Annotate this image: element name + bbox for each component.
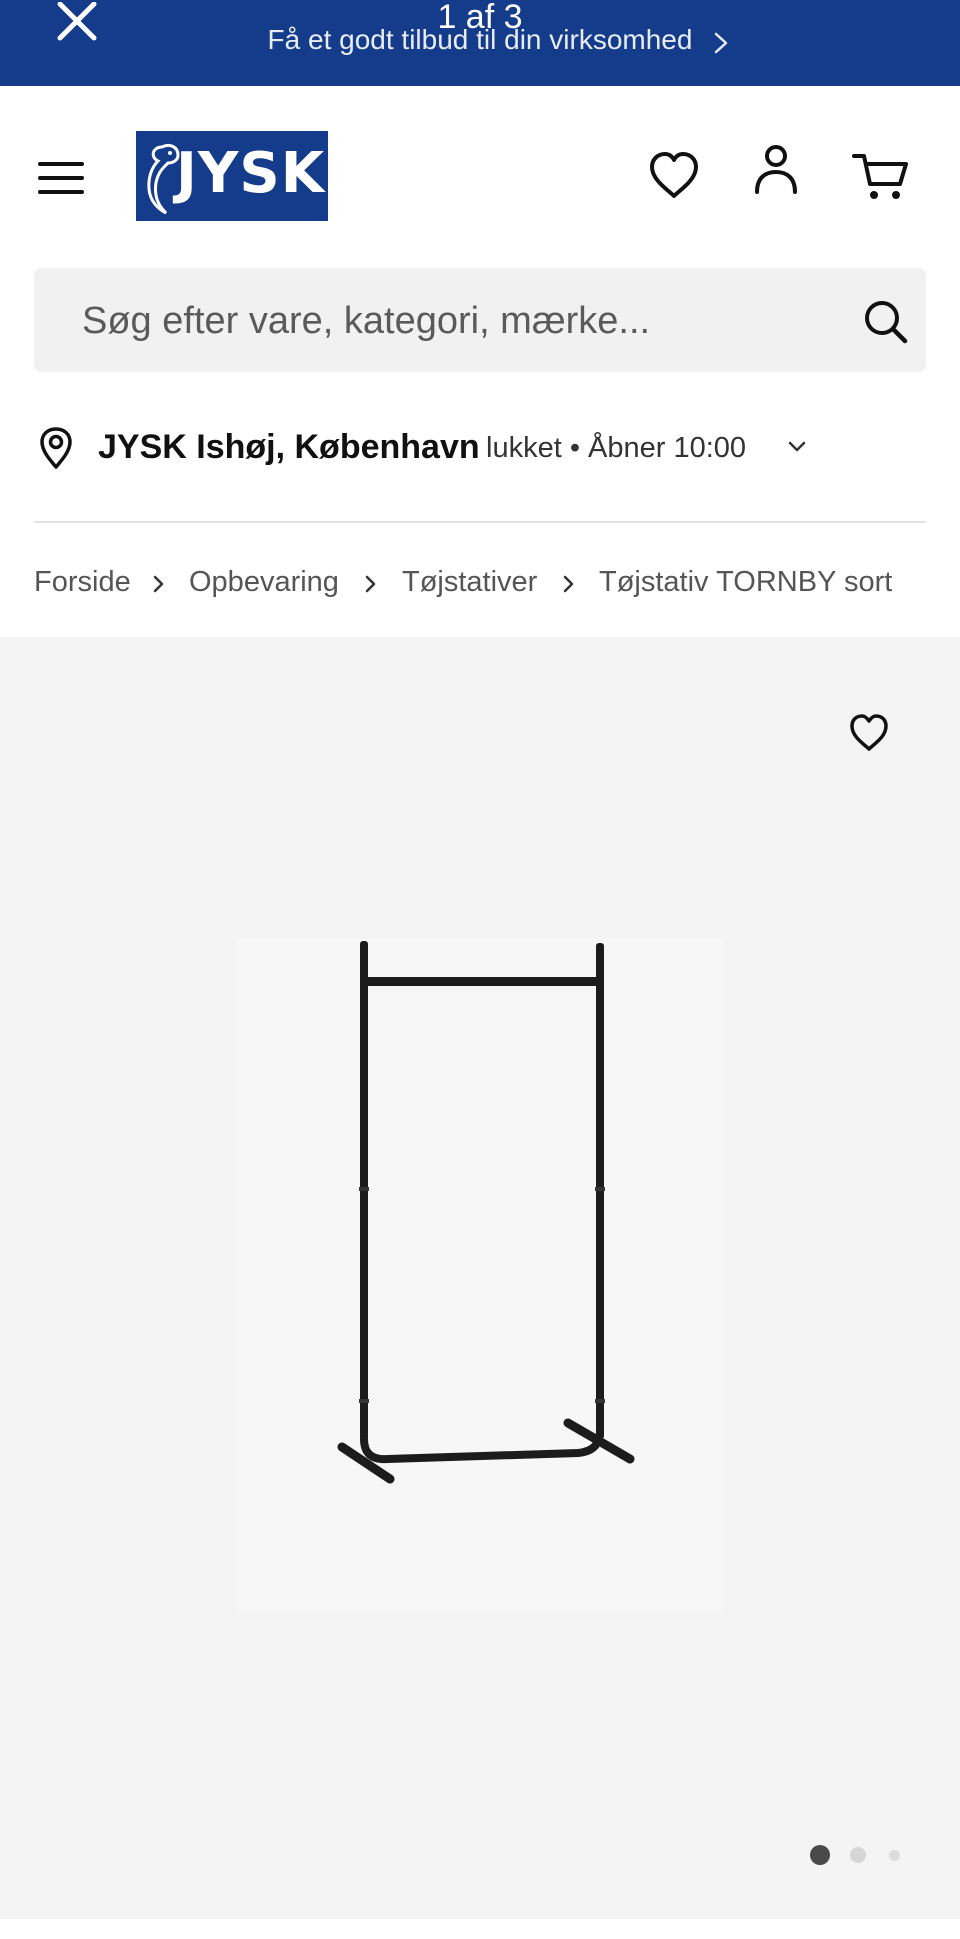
chevron-right-icon <box>365 575 376 593</box>
divider <box>34 521 926 523</box>
chevron-down-icon[interactable] <box>788 440 806 454</box>
jysk-logo[interactable]: JYSK <box>136 131 328 221</box>
user-icon[interactable] <box>752 142 800 198</box>
product-image[interactable] <box>236 939 724 1611</box>
location-pin-icon <box>40 427 72 469</box>
gallery-pagination <box>810 1843 910 1867</box>
chevron-right-icon[interactable] <box>710 28 732 58</box>
search-bar[interactable]: Søg efter vare, kategori, mærke... <box>34 268 926 372</box>
product-gallery[interactable] <box>0 637 960 1919</box>
pagination-dot[interactable] <box>889 1850 900 1861</box>
chevron-right-icon <box>153 575 164 593</box>
promo-banner[interactable]: Få et godt tilbud til din virksomhed 1 a… <box>0 0 960 86</box>
store-selector[interactable]: JYSK Ishøj, København lukket • Åbner 10:… <box>0 420 960 480</box>
heart-icon[interactable] <box>646 150 702 200</box>
cart-icon[interactable] <box>852 150 910 202</box>
clothes-rack-image <box>337 941 635 1484</box>
chevron-right-icon <box>563 575 574 593</box>
search-icon[interactable] <box>862 298 910 346</box>
breadcrumb-item-tojstativer[interactable]: Tøjstativer <box>402 566 537 599</box>
logo-text: JYSK <box>176 141 326 206</box>
page-bottom <box>0 1919 960 1939</box>
breadcrumb-item-opbevaring[interactable]: Opbevaring <box>189 566 339 599</box>
store-name[interactable]: JYSK Ishøj, København <box>98 428 480 467</box>
pagination-dot-active[interactable] <box>810 1845 830 1865</box>
site-header: JYSK <box>0 86 960 266</box>
wishlist-heart-icon[interactable] <box>848 713 890 753</box>
menu-icon[interactable] <box>38 158 84 198</box>
breadcrumb-item-forside[interactable]: Forside <box>34 566 131 599</box>
store-status: lukket • Åbner 10:00 <box>486 432 747 464</box>
breadcrumb-item-current: Tøjstativ TORNBY sort <box>599 566 893 598</box>
banner-counter: 1 af 3 <box>437 0 523 36</box>
search-input[interactable]: Søg efter vare, kategori, mærke... <box>82 300 650 343</box>
pagination-dot[interactable] <box>850 1847 866 1863</box>
